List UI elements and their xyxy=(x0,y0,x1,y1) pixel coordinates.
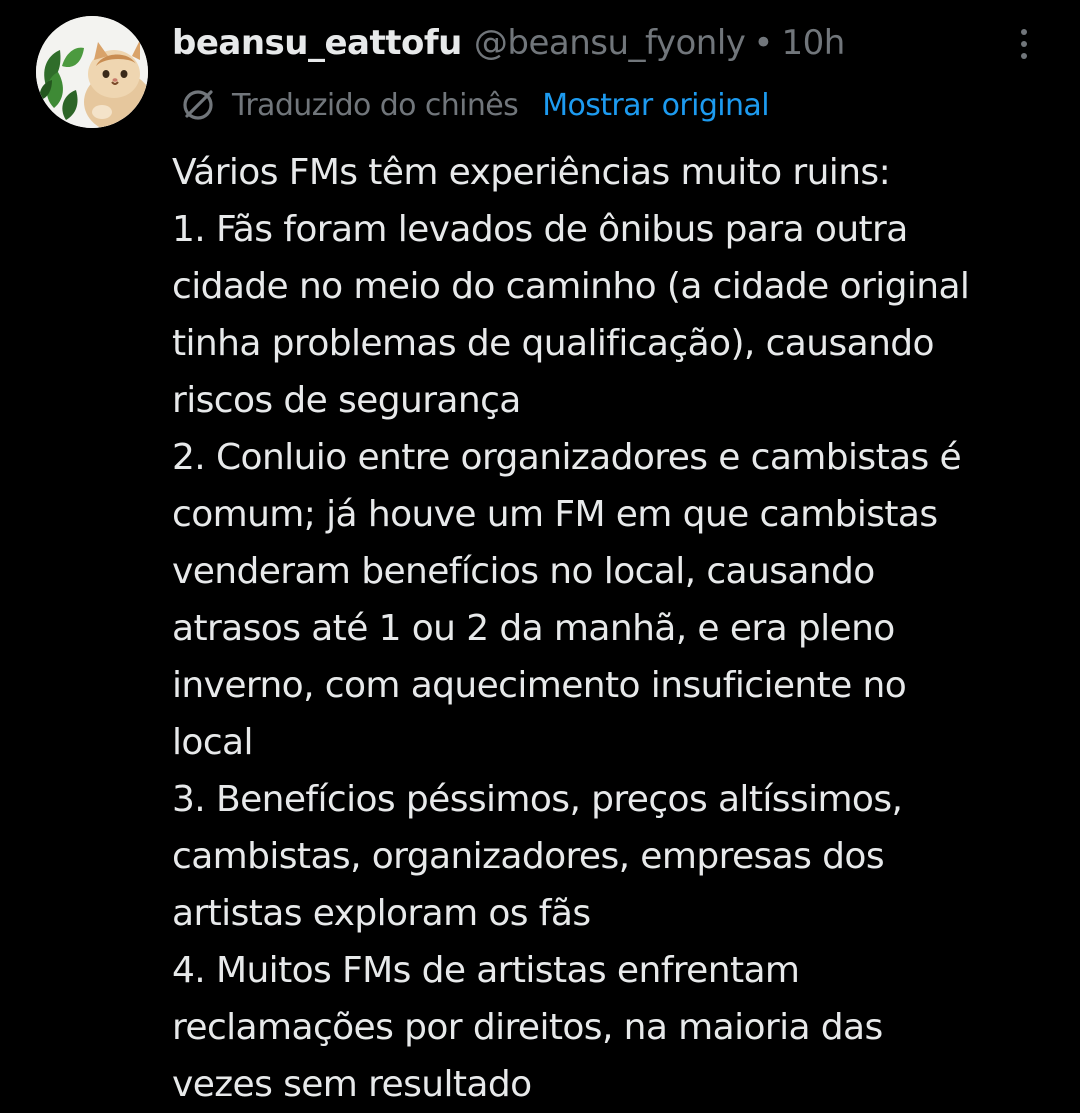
tweet-text-line: 3. Benefícios péssimos, preços altíssimo… xyxy=(172,779,903,820)
author-display-name[interactable]: beansu_eattofu xyxy=(172,23,462,63)
tweet-text-line: vezes sem resultado xyxy=(172,1064,532,1105)
tweet-text-line: tinha problemas de qualificação), causan… xyxy=(172,323,935,364)
translation-row: Traduzido do chinês Mostrar original xyxy=(178,82,770,128)
tweet-text-line: cidade no meio do caminho (a cidade orig… xyxy=(172,266,970,307)
more-vertical-icon-dot xyxy=(1021,41,1027,47)
avatar[interactable] xyxy=(36,16,148,128)
tweet-text-line: inverno, com aquecimento insuficiente no xyxy=(172,665,907,706)
more-options-button[interactable] xyxy=(1004,22,1044,66)
tweet-text-line: 4. Muitos FMs de artistas enfrentam xyxy=(172,950,800,991)
tweet-text-line: artistas exploram os fãs xyxy=(172,893,591,934)
tweet-text-line: Vários FMs têm experiências muito ruins: xyxy=(172,152,891,193)
tweet-header: beansu_eattofu @beansu_fyonly • 10h xyxy=(172,18,845,68)
author-handle[interactable]: @beansu_fyonly xyxy=(474,23,746,63)
separator-dot: • xyxy=(753,23,774,63)
tweet-timestamp[interactable]: 10h xyxy=(781,23,845,63)
more-vertical-icon-dot xyxy=(1021,53,1027,59)
show-original-link[interactable]: Mostrar original xyxy=(542,88,769,123)
tweet-text: Vários FMs têm experiências muito ruins:… xyxy=(172,144,1072,1113)
tweet-text-line: reclamações por direitos, na maioria das xyxy=(172,1007,883,1048)
tweet-text-line: atrasos até 1 ou 2 da manhã, e era pleno xyxy=(172,608,895,649)
tweet-text-line: venderam benefícios no local, causando xyxy=(172,551,875,592)
tweet-text-line: riscos de segurança xyxy=(172,380,521,421)
tweet-text-line: comum; já houve um FM em que cambistas xyxy=(172,494,938,535)
more-vertical-icon xyxy=(1021,29,1027,35)
translate-icon xyxy=(183,90,213,120)
tweet-text-line: cambistas, organizadores, empresas dos xyxy=(172,836,885,877)
tweet-text-line: 1. Fãs foram levados de ônibus para outr… xyxy=(172,209,908,250)
avatar-image xyxy=(36,16,148,128)
translated-from-label: Traduzido do chinês xyxy=(232,87,519,123)
tweet-text-line: local xyxy=(172,722,253,763)
tweet-text-line: 2. Conluio entre organizadores e cambist… xyxy=(172,437,962,478)
